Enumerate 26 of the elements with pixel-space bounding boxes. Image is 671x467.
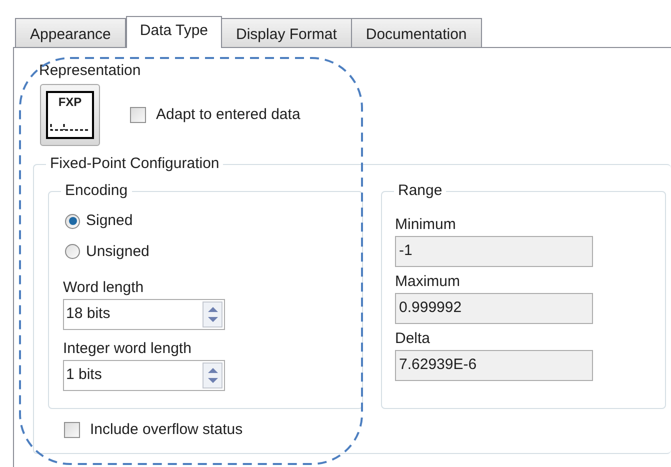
readonly-field: -1 xyxy=(395,236,593,267)
field-label: Word length xyxy=(63,278,145,298)
field-label: Maximum xyxy=(395,272,462,292)
tab[interactable]: Documentation xyxy=(350,18,482,47)
group-title: Encoding xyxy=(61,181,132,201)
checkbox[interactable] xyxy=(130,107,146,123)
icon-label: FXP xyxy=(58,95,82,109)
representation-button[interactable]: FXP xyxy=(40,84,100,146)
readonly-field: 0.999992 xyxy=(395,293,593,324)
checkbox-label: Adapt to entered data xyxy=(156,104,300,125)
radio-label: Signed xyxy=(86,211,133,231)
checkbox-label: Include overflow status xyxy=(90,420,243,440)
fixed-point-icon xyxy=(50,123,90,131)
tab[interactable]: Display Format xyxy=(221,18,352,47)
field-label: Delta xyxy=(395,329,432,349)
section-label: Representation xyxy=(39,62,142,80)
field-label: Integer word length xyxy=(63,339,192,359)
radio-label: Unsigned xyxy=(86,242,150,262)
tab[interactable]: Appearance xyxy=(15,18,126,47)
checkbox[interactable] xyxy=(64,422,80,438)
tab[interactable]: Data Type xyxy=(126,16,222,48)
group-title: Fixed-Point Configuration xyxy=(46,154,224,174)
field-label: Minimum xyxy=(395,215,457,235)
readonly-field: 7.62939E-6 xyxy=(395,350,593,381)
radio-button[interactable] xyxy=(65,214,80,229)
radio-button[interactable] xyxy=(65,244,80,260)
